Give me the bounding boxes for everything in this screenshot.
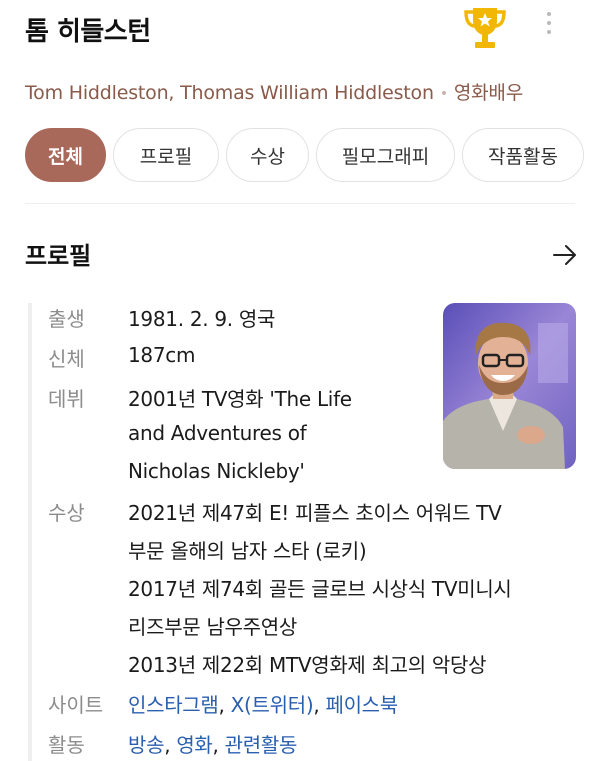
award-line: 2013년 제22회 MTV영화제 최고의 악당상 [128,653,487,677]
instagram-link[interactable]: 인스타그램 [128,693,219,717]
debut-line: Nicholas Nickleby' [128,459,305,483]
page-title: 톰 히들스턴 [25,17,151,47]
related-activity-link[interactable]: 관련활동 [225,733,298,757]
movie-link[interactable]: 영화 [176,733,213,757]
birth-value: 1981. 2. 9. 영국 [128,307,276,331]
award-line: 리즈부문 남우주연상 [128,615,297,639]
body-value: 187cm [128,343,196,367]
tab-works[interactable]: 작품활동 [462,128,584,182]
section-title[interactable]: 프로필 [25,236,91,271]
tab-profile[interactable]: 프로필 [113,128,219,182]
profile-photo[interactable] [443,303,576,469]
birth-label: 출생 [48,307,85,331]
divider [25,203,575,204]
english-names: Tom Hiddleston, Thomas William Hiddlesto… [25,82,434,104]
x-twitter-link[interactable]: X(트위터) [231,693,314,717]
debut-line: 2001년 TV영화 'The Life [128,387,352,411]
body-label: 신체 [48,347,85,371]
profile-left-bar [28,303,32,761]
trophy-icon[interactable] [462,4,508,54]
occupation: 영화배우 [453,82,523,104]
facebook-link[interactable]: 페이스북 [325,693,398,717]
debut-line: and Adventures of [128,421,307,445]
awards-label: 수상 [48,501,85,525]
broadcast-link[interactable]: 방송 [128,733,165,757]
subtitle: Tom Hiddleston, Thomas William Hiddlesto… [25,78,523,105]
arrow-right-icon[interactable] [552,244,578,266]
site-links: 인스타그램, X(트위터), 페이스북 [128,693,398,717]
debut-label: 데뷔 [48,387,85,411]
tab-bar: 전체 프로필 수상 필모그래피 작품활동 [25,128,600,182]
site-label: 사이트 [48,693,104,717]
activity-label: 활동 [48,733,85,757]
more-vertical-icon[interactable] [545,12,553,38]
separator-dot: • [439,85,448,102]
tab-all[interactable]: 전체 [25,128,106,182]
tab-awards[interactable]: 수상 [226,128,309,182]
tab-filmography[interactable]: 필모그래피 [316,128,455,182]
activity-links: 방송, 영화, 관련활동 [128,733,298,757]
award-line: 부문 올해의 남자 스타 (로키) [128,539,367,563]
award-line: 2021년 제47회 E! 피플스 초이스 어워드 TV [128,501,502,525]
award-line: 2017년 제74회 골든 글로브 시상식 TV미니시 [128,577,512,601]
